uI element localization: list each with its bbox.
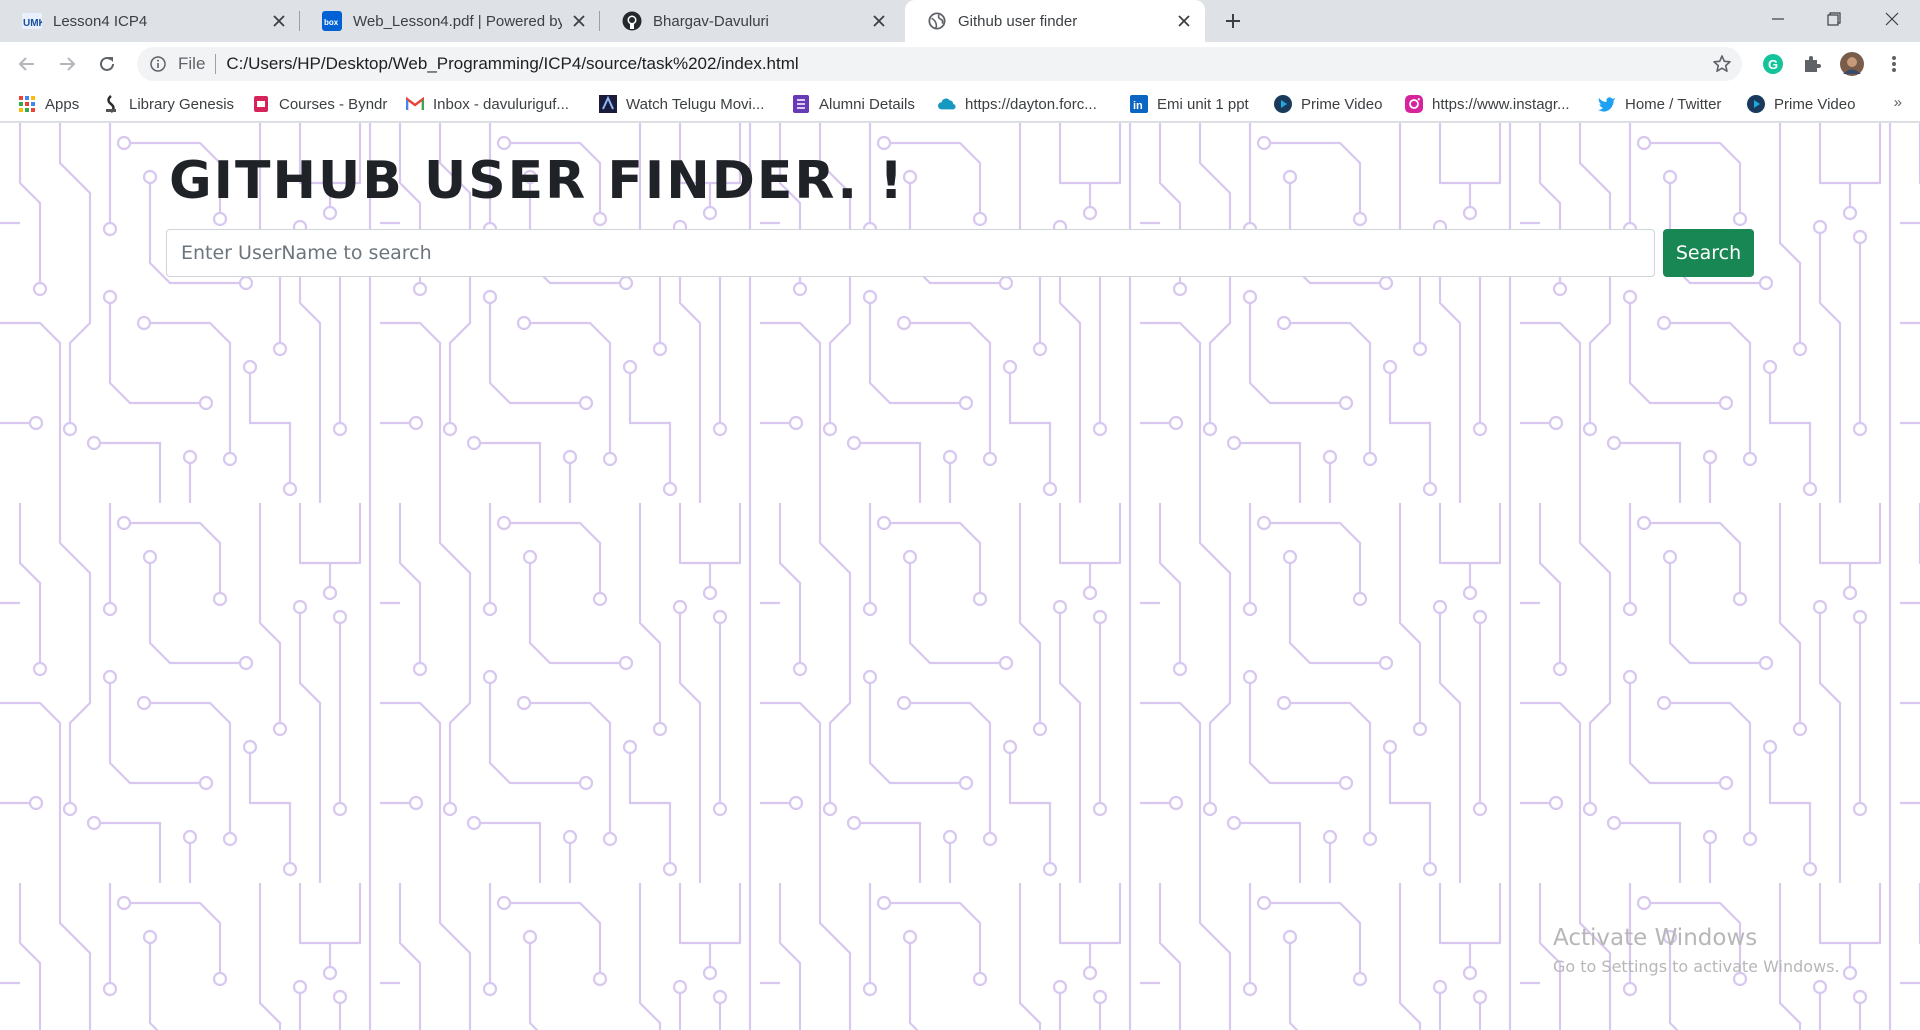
bookmarks-overflow-button[interactable]: » — [1894, 94, 1902, 111]
back-arrow-icon — [18, 57, 34, 71]
bookmark-instagram[interactable]: https://www.instagr... — [1405, 86, 1570, 122]
browser-toolbar: File C:/Users/HP/Desktop/Web_Programming… — [0, 42, 1920, 86]
minimize-button[interactable] — [1750, 0, 1806, 38]
minimize-icon — [1772, 18, 1784, 20]
restore-icon — [1827, 12, 1841, 26]
linkedin-icon: in — [1130, 95, 1148, 113]
twitter-icon — [1598, 95, 1616, 113]
tab-github-user-finder[interactable]: Github user finder — [905, 0, 1205, 42]
apps-grid-icon — [18, 95, 36, 113]
tab-strip: UMKC Lesson4 ICP4 box Web_Lesson4.pdf | … — [0, 0, 1920, 42]
github-icon — [622, 11, 642, 31]
forward-button[interactable] — [53, 50, 81, 78]
gmail-icon — [406, 95, 424, 113]
restore-button[interactable] — [1806, 0, 1862, 38]
bookmark-emi-unit[interactable]: in Emi unit 1 ppt — [1130, 86, 1249, 122]
bookmark-star-icon[interactable] — [1712, 54, 1732, 74]
bookmark-label: Prime Video — [1774, 95, 1856, 113]
forward-arrow-icon — [60, 57, 76, 71]
bookmark-label: Prime Video — [1301, 95, 1383, 113]
prime-video-icon — [1274, 95, 1292, 113]
bookmark-label: Courses - Byndr — [279, 95, 388, 113]
movie-icon — [599, 95, 617, 113]
bookmark-alumni-details[interactable]: Alumni Details — [792, 86, 915, 122]
bookmark-twitter[interactable]: Home / Twitter — [1598, 86, 1721, 122]
tab-title: Bhargav-Davuluri — [653, 12, 769, 30]
watermark-subtitle: Go to Settings to activate Windows. — [1553, 957, 1840, 976]
tab-web-lesson4-pdf[interactable]: box Web_Lesson4.pdf | Powered by Box — [300, 0, 600, 42]
bookmark-watch-telugu[interactable]: Watch Telugu Movi... — [599, 86, 764, 122]
bookmark-inbox[interactable]: Inbox - davuluriguf... — [406, 86, 569, 122]
address-bar[interactable]: File C:/Users/HP/Desktop/Web_Programming… — [137, 47, 1742, 81]
scheme-label: File — [178, 54, 206, 73]
bookmark-prime-video-2[interactable]: Prime Video — [1747, 86, 1855, 122]
close-icon[interactable] — [870, 12, 888, 30]
bookmark-dayton[interactable]: https://dayton.forc... — [938, 86, 1097, 122]
new-tab-button[interactable] — [1220, 8, 1246, 34]
bookmark-label: https://www.instagr... — [1432, 95, 1570, 113]
tab-lesson4[interactable]: UMKC Lesson4 ICP4 — [0, 0, 300, 42]
profile-avatar-icon[interactable] — [1840, 52, 1864, 76]
bookmark-label: Library Genesis — [129, 95, 235, 113]
back-button[interactable] — [13, 50, 41, 78]
browser-menu-icon[interactable] — [1882, 52, 1906, 76]
bookmark-label: Inbox - davuluriguf... — [433, 95, 569, 113]
bookmark-label: Home / Twitter — [1625, 95, 1722, 113]
watermark-title: Activate Windows — [1553, 925, 1758, 951]
reload-icon — [100, 56, 114, 71]
close-icon — [1885, 12, 1899, 26]
svg-text:UMKC: UMKC — [23, 18, 42, 29]
bookmark-label: Alumni Details — [819, 95, 915, 113]
close-icon[interactable] — [570, 12, 588, 30]
forms-icon — [792, 95, 810, 113]
tab-title: Lesson4 ICP4 — [53, 12, 148, 30]
bookmark-apps[interactable]: Apps — [18, 86, 79, 122]
bookmark-library-genesis[interactable]: Library Genesis — [102, 86, 234, 122]
search-button[interactable]: Search — [1663, 229, 1754, 277]
grammarly-icon[interactable]: G — [1761, 52, 1785, 76]
close-icon[interactable] — [270, 12, 288, 30]
bookmark-label: Watch Telugu Movi... — [626, 95, 765, 113]
extensions-puzzle-icon[interactable] — [1800, 52, 1824, 76]
tab-title: Web_Lesson4.pdf | Powered by Box — [353, 12, 562, 30]
prime-video-icon — [1747, 95, 1765, 113]
salesforce-cloud-icon — [938, 95, 956, 113]
umkc-icon: UMKC — [22, 11, 42, 31]
reload-button[interactable] — [93, 50, 121, 78]
page-title: GITHUB USER FINDER. ! — [169, 151, 905, 211]
globe-icon — [927, 11, 947, 31]
instagram-icon — [1405, 95, 1423, 113]
bookmark-label: Emi unit 1 ppt — [1157, 95, 1249, 113]
plus-icon — [1226, 14, 1240, 28]
library-genesis-icon — [102, 95, 120, 113]
address-divider — [215, 54, 217, 74]
svg-text:box: box — [324, 18, 339, 27]
box-icon: box — [322, 11, 342, 31]
url-text[interactable]: C:/Users/HP/Desktop/Web_Programming/ICP4… — [226, 54, 798, 74]
bookmark-prime-video[interactable]: Prime Video — [1274, 86, 1382, 122]
byndr-icon — [252, 95, 270, 113]
activate-windows-watermark: Activate Windows Go to Settings to activ… — [1553, 925, 1840, 976]
svg-text:G: G — [1768, 57, 1778, 72]
bookmarks-bar: Apps Library Genesis Courses - Byndr Inb… — [0, 86, 1920, 122]
info-icon[interactable] — [148, 54, 168, 74]
page-content: GITHUB USER FINDER. ! Search Activate Wi… — [0, 123, 1920, 1030]
svg-text:in: in — [1133, 100, 1143, 112]
close-window-button[interactable] — [1864, 0, 1920, 38]
bookmark-label: Apps — [45, 95, 80, 113]
tab-bhargav-davuluri[interactable]: Bhargav-Davuluri — [600, 0, 900, 42]
username-search-input[interactable] — [166, 229, 1655, 277]
bookmark-label: https://dayton.forc... — [965, 95, 1097, 113]
bookmark-courses-byndr[interactable]: Courses - Byndr — [252, 86, 387, 122]
tab-title: Github user finder — [958, 12, 1078, 30]
close-icon[interactable] — [1175, 12, 1193, 30]
